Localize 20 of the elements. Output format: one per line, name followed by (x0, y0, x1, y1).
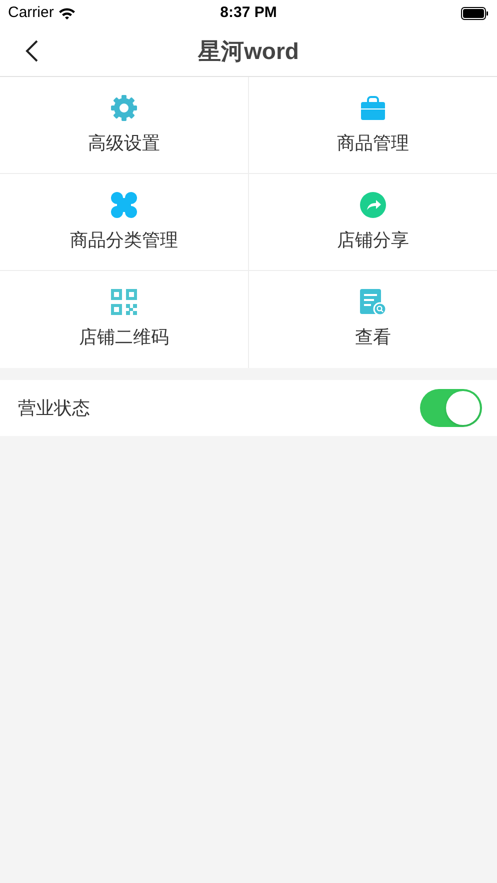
page-title: 星河word (198, 36, 299, 66)
document-search-icon (358, 288, 387, 316)
qr-code-icon (110, 288, 138, 316)
bag-icon (358, 94, 387, 122)
wifi-icon (58, 6, 76, 20)
business-status-switch[interactable] (420, 389, 482, 427)
menu-tile[interactable]: 高级设置 (0, 77, 248, 174)
share-icon (358, 190, 387, 218)
gear-icon (110, 94, 138, 122)
battery-icon (461, 6, 489, 20)
back-chevron-icon (25, 39, 39, 63)
four-petal-icon (110, 190, 138, 218)
menu-tile[interactable]: 商品分类管理 (0, 174, 248, 271)
menu-tile[interactable]: 店铺分享 (248, 174, 497, 271)
business-status-label: 营业状态 (18, 396, 90, 420)
menu-tile[interactable]: 商品管理 (248, 77, 497, 174)
menu-tile[interactable]: 查看 (248, 271, 497, 368)
carrier-label: Carrier (8, 2, 54, 23)
status-time: 8:37 PM (220, 2, 277, 23)
menu-tile[interactable]: 店铺二维码 (0, 271, 248, 368)
